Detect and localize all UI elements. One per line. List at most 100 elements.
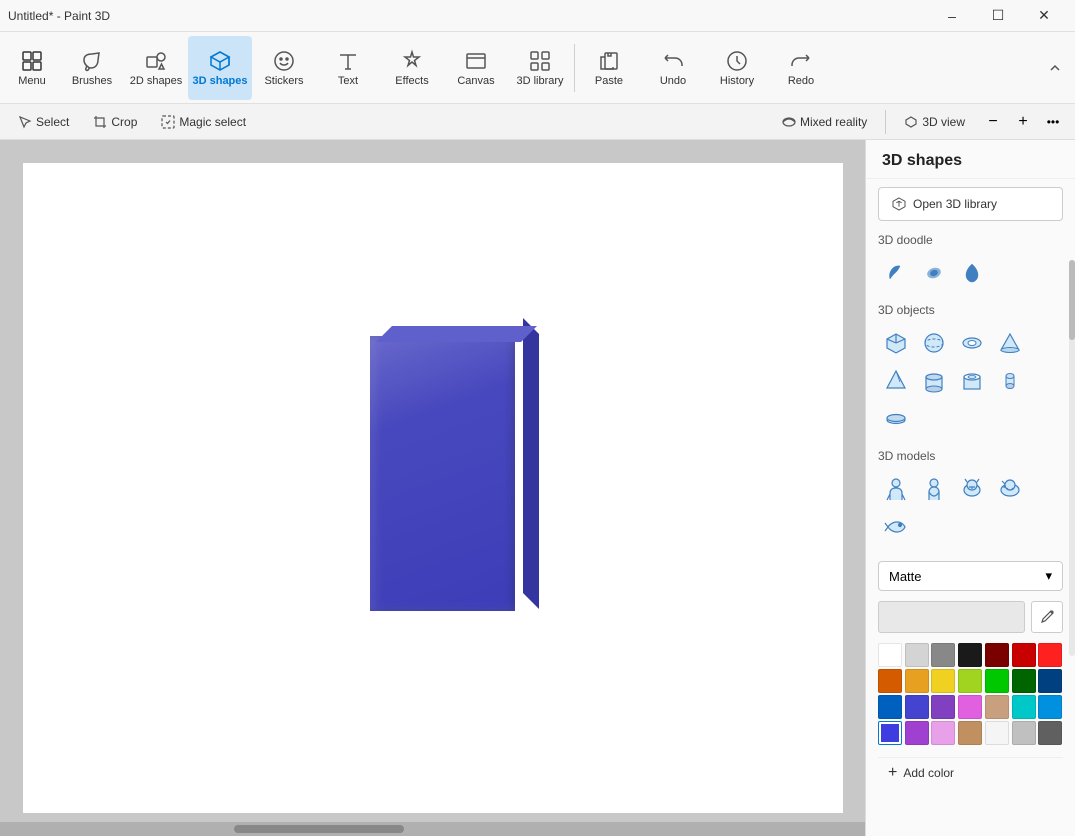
- right-panel: 3D shapes Open 3D library 3D doodle: [865, 140, 1075, 836]
- collapse-button[interactable]: [1039, 52, 1071, 84]
- color-swatch[interactable]: [1012, 695, 1036, 719]
- obj-cylinder[interactable]: [916, 363, 952, 399]
- zoom-controls: − + •••: [979, 108, 1067, 136]
- panel-title: 3D shapes: [866, 140, 1075, 179]
- doodle-section-label: 3D doodle: [866, 229, 1075, 251]
- eyedropper-button[interactable]: [1031, 601, 1063, 633]
- obj-sphere[interactable]: [916, 325, 952, 361]
- color-swatch[interactable]: [1012, 643, 1036, 667]
- text-label: Text: [338, 75, 358, 87]
- menu-label: Menu: [18, 75, 46, 87]
- crop-button[interactable]: Crop: [83, 111, 147, 133]
- color-swatch[interactable]: [931, 721, 955, 745]
- color-swatch[interactable]: [1012, 721, 1036, 745]
- color-swatch[interactable]: [958, 695, 982, 719]
- color-swatch[interactable]: [931, 695, 955, 719]
- effects-label: Effects: [395, 75, 428, 87]
- obj-hollow-cylinder[interactable]: [954, 363, 990, 399]
- toolbar-3d-library[interactable]: 3D library: [508, 36, 572, 100]
- toolbar-2d-shapes[interactable]: 2D shapes: [124, 36, 188, 100]
- color-swatch[interactable]: [1038, 669, 1062, 693]
- color-swatch[interactable]: [1038, 695, 1062, 719]
- mixed-reality-button[interactable]: Mixed reality: [772, 111, 877, 133]
- color-swatch[interactable]: [931, 643, 955, 667]
- color-swatch[interactable]: [958, 643, 982, 667]
- color-swatch[interactable]: [878, 669, 902, 693]
- 3d-view-button[interactable]: 3D view: [894, 111, 975, 133]
- model-fish[interactable]: [878, 509, 914, 545]
- 3d-library-label: 3D library: [516, 75, 563, 87]
- obj-disc[interactable]: [878, 401, 914, 437]
- window-title: Untitled* - Paint 3D: [8, 9, 110, 23]
- zoom-in-button[interactable]: +: [1009, 108, 1037, 136]
- color-swatch[interactable]: [878, 721, 902, 745]
- minimize-button[interactable]: –: [929, 0, 975, 32]
- undo-label: Undo: [660, 75, 686, 87]
- maximize-button[interactable]: ☐: [975, 0, 1021, 32]
- panel-scrollbar[interactable]: [1069, 260, 1075, 656]
- doodle-btn-0[interactable]: [878, 255, 914, 291]
- doodle-btn-1[interactable]: [916, 255, 952, 291]
- panel-scrollbar-thumb[interactable]: [1069, 260, 1075, 340]
- color-swatch[interactable]: [905, 669, 929, 693]
- toolbar-undo[interactable]: Undo: [641, 36, 705, 100]
- toolbar-3d-shapes[interactable]: 3D shapes: [188, 36, 252, 100]
- color-swatch[interactable]: [878, 695, 902, 719]
- toolbar-redo[interactable]: Redo: [769, 36, 833, 100]
- select-button[interactable]: Select: [8, 111, 79, 133]
- toolbar-effects[interactable]: Effects: [380, 36, 444, 100]
- color-swatch[interactable]: [985, 643, 1009, 667]
- toolbar-paste[interactable]: Paste: [577, 36, 641, 100]
- h-scrollbar-thumb[interactable]: [234, 825, 404, 833]
- toolbar-stickers[interactable]: Stickers: [252, 36, 316, 100]
- obj-capsule[interactable]: [992, 363, 1028, 399]
- close-button[interactable]: ✕: [1021, 0, 1067, 32]
- obj-cone[interactable]: [992, 325, 1028, 361]
- toolbar-separator: [574, 44, 575, 92]
- material-dropdown[interactable]: Matte ▾: [878, 561, 1063, 591]
- color-swatch[interactable]: [985, 695, 1009, 719]
- toolbar-right: [1039, 52, 1071, 84]
- obj-pyramid[interactable]: [878, 363, 914, 399]
- add-color-button[interactable]: + Add color: [878, 757, 1063, 788]
- model-cat[interactable]: [954, 471, 990, 507]
- color-preview: [878, 601, 1025, 633]
- doodle-btn-2[interactable]: [954, 255, 990, 291]
- canvas-area[interactable]: [0, 140, 865, 836]
- color-swatch[interactable]: [958, 669, 982, 693]
- stickers-label: Stickers: [264, 75, 303, 87]
- model-person-female[interactable]: [916, 471, 952, 507]
- doodle-shapes-grid: [866, 251, 1075, 299]
- color-swatch[interactable]: [1038, 721, 1062, 745]
- model-dog[interactable]: [992, 471, 1028, 507]
- toolbar-history[interactable]: History: [705, 36, 769, 100]
- objects-shapes-grid: [866, 321, 1075, 445]
- 3d-view-label: 3D view: [922, 115, 965, 129]
- toolbar-text[interactable]: Text: [316, 36, 380, 100]
- zoom-out-button[interactable]: −: [979, 108, 1007, 136]
- brushes-label: Brushes: [72, 75, 112, 87]
- color-swatch[interactable]: [1038, 643, 1062, 667]
- color-swatch[interactable]: [905, 721, 929, 745]
- magic-select-button[interactable]: Magic select: [151, 111, 256, 133]
- add-color-label: Add color: [903, 766, 954, 780]
- color-swatch[interactable]: [878, 643, 902, 667]
- menu-button[interactable]: Menu: [4, 36, 60, 100]
- color-swatch[interactable]: [958, 721, 982, 745]
- h-scrollbar[interactable]: [0, 822, 865, 836]
- color-swatch[interactable]: [985, 669, 1009, 693]
- open-3d-library-button[interactable]: Open 3D library: [878, 187, 1063, 221]
- toolbar-brushes[interactable]: Brushes: [60, 36, 124, 100]
- more-options-button[interactable]: •••: [1039, 108, 1067, 136]
- canvas-white: [23, 163, 843, 813]
- obj-torus[interactable]: [954, 325, 990, 361]
- select-label: Select: [36, 115, 69, 129]
- color-swatch[interactable]: [931, 669, 955, 693]
- model-person-male[interactable]: [878, 471, 914, 507]
- color-swatch[interactable]: [1012, 669, 1036, 693]
- color-swatch[interactable]: [985, 721, 1009, 745]
- obj-cube[interactable]: [878, 325, 914, 361]
- color-swatch[interactable]: [905, 695, 929, 719]
- color-swatch[interactable]: [905, 643, 929, 667]
- toolbar-canvas[interactable]: Canvas: [444, 36, 508, 100]
